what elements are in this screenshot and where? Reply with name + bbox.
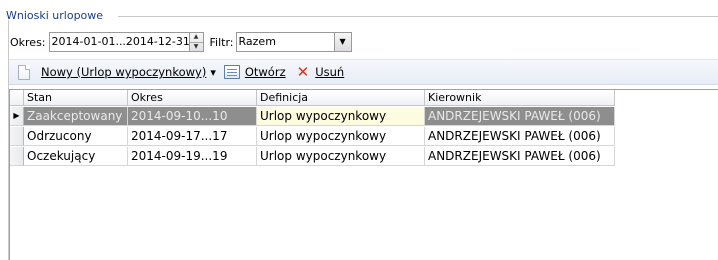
cell-status[interactable]: Zaakceptowany (24, 107, 128, 126)
spin-down-icon[interactable]: ▼ (189, 41, 203, 52)
column-header-stan[interactable]: Stan (24, 90, 128, 106)
cell-manager[interactable]: ANDRZEJEWSKI PAWEŁ (006) (425, 107, 615, 126)
open-form-icon (223, 65, 240, 79)
cell-manager[interactable]: ANDRZEJEWSKI PAWEŁ (006) (425, 147, 615, 166)
table-row[interactable]: ▶ Zaakceptowany 2014-09-10...10 Urlop wy… (10, 107, 615, 126)
delete-button-label: Usuń (315, 65, 345, 79)
period-label: Okres: (10, 35, 46, 49)
chevron-down-icon[interactable]: ▼ (333, 33, 351, 51)
filter-label: Filtr: (209, 35, 234, 49)
cell-period[interactable]: 2014-09-17...17 (128, 127, 257, 146)
cell-status[interactable]: Oczekujący (24, 147, 128, 166)
filter-select-value: Razem (238, 35, 276, 48)
cell-status[interactable]: Odrzucony (24, 127, 128, 146)
open-button[interactable]: Otwórz (223, 65, 286, 79)
table-row[interactable]: Oczekujący 2014-09-19...19 Urlop wypoczy… (10, 147, 615, 166)
groupbox-title: Wnioski urlopowe (6, 9, 108, 22)
new-document-icon (18, 64, 30, 80)
current-row-arrow-icon: ▶ (10, 107, 24, 126)
new-button[interactable]: Nowy (Urlop wypoczynkowy) ▾ (18, 64, 216, 80)
period-spinner[interactable]: ▲ ▼ (189, 32, 204, 52)
groupbox-border-top (118, 16, 718, 17)
row-indicator (10, 127, 24, 146)
cell-period[interactable]: 2014-09-10...10 (128, 107, 257, 126)
cell-manager[interactable]: ANDRZEJEWSKI PAWEŁ (006) (425, 127, 615, 146)
column-header-definicja[interactable]: Definicja (257, 90, 425, 106)
column-header-okres[interactable]: Okres (128, 90, 257, 106)
dropdown-arrow-icon[interactable]: ▾ (210, 66, 216, 79)
spin-up-icon[interactable]: ▲ (190, 33, 203, 42)
filter-bar: Okres: 2014-01-01...2014-12-31 ▲ ▼ Filtr… (10, 31, 352, 53)
column-header-kierownik[interactable]: Kierownik (425, 90, 615, 106)
row-indicator-header (10, 90, 24, 106)
requests-grid: Stan Okres Definicja Kierownik ▶ Zaakcep… (9, 89, 718, 260)
cell-period[interactable]: 2014-09-19...19 (128, 147, 257, 166)
open-button-label: Otwórz (244, 65, 286, 79)
table-row[interactable]: Odrzucony 2014-09-17...17 Urlop wypoczyn… (10, 127, 615, 146)
new-button-label: Nowy (Urlop wypoczynkowy) (41, 65, 207, 79)
cell-definition[interactable]: Urlop wypoczynkowy (257, 147, 425, 166)
row-indicator (10, 147, 24, 166)
cell-definition[interactable]: Urlop wypoczynkowy (257, 127, 425, 146)
delete-x-icon: ✕ (296, 62, 310, 81)
toolbar: Nowy (Urlop wypoczynkowy) ▾ Otwórz ✕ Usu… (9, 59, 718, 85)
grid-header: Stan Okres Definicja Kierownik (10, 90, 615, 106)
filter-select[interactable]: Razem ▼ (235, 32, 352, 52)
delete-button[interactable]: ✕ Usuń (296, 62, 345, 81)
cell-definition[interactable]: Urlop wypoczynkowy (257, 107, 425, 126)
period-input[interactable]: 2014-01-01...2014-12-31 (48, 32, 190, 52)
